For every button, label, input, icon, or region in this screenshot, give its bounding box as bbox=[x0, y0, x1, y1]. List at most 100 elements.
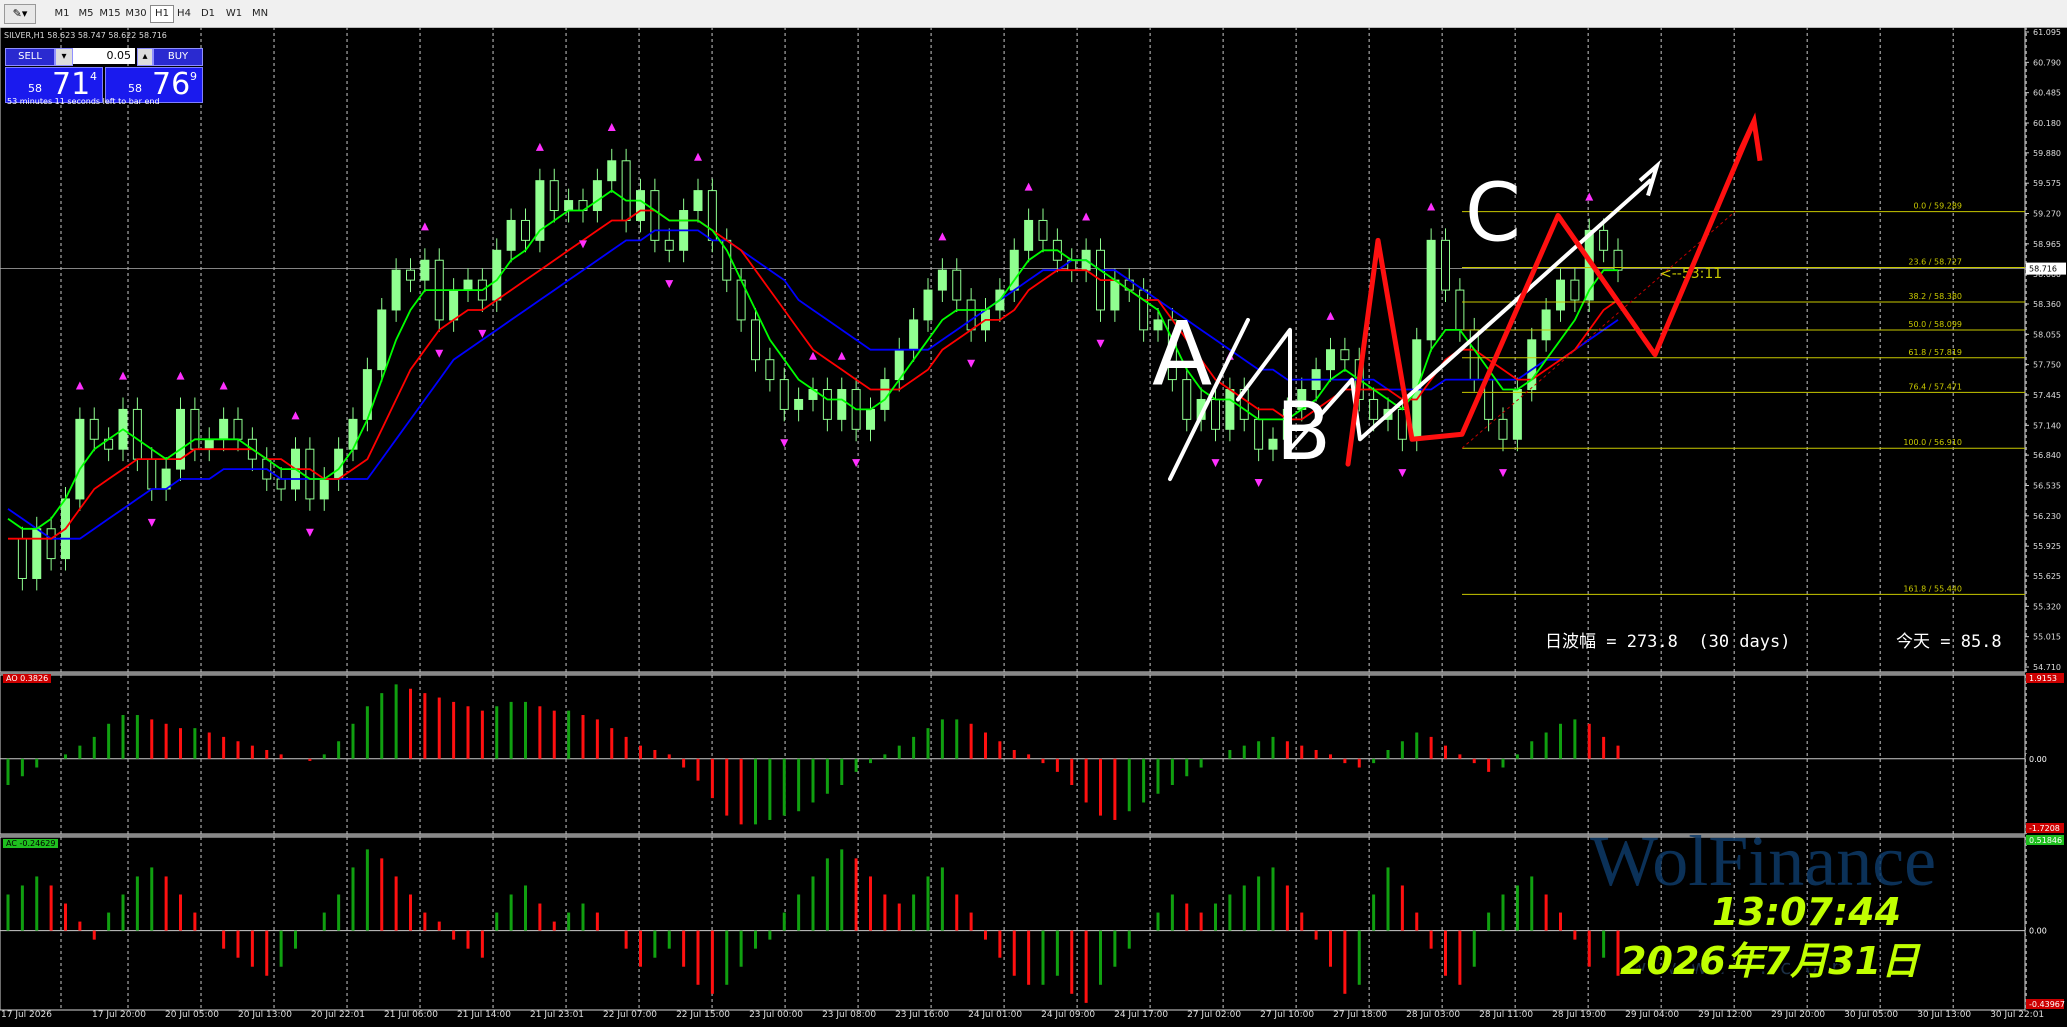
y-tick-label: 57.445 bbox=[2033, 391, 2061, 400]
timeframe-h1[interactable]: H1 bbox=[150, 5, 174, 23]
candle-body bbox=[1038, 219, 1048, 241]
timeframe-toolbar: ✎▾ M1 M5 M15 M30 H1 H4 D1 W1 MN bbox=[0, 0, 2067, 28]
fractal-down-arrow bbox=[147, 518, 156, 527]
x-tick-label: 17 Jul 20:00 bbox=[92, 1010, 146, 1020]
ac-y-tick-label: 0.00 bbox=[2029, 927, 2047, 936]
candle-body bbox=[1326, 349, 1335, 371]
sell-button[interactable]: SELL bbox=[5, 48, 55, 66]
lot-increase-button[interactable]: ▴ bbox=[137, 48, 153, 66]
fractal-up-arrow bbox=[1427, 202, 1436, 211]
fractal-up-arrow bbox=[837, 351, 846, 360]
x-tick-label: 20 Jul 13:00 bbox=[238, 1010, 292, 1020]
fractal-down-arrow bbox=[1096, 339, 1105, 348]
candle-body bbox=[1024, 219, 1034, 251]
fractal-up-arrow bbox=[291, 411, 300, 420]
candle-body bbox=[1599, 229, 1609, 251]
timeframe-m1[interactable]: M1 bbox=[50, 5, 74, 23]
fractal-up-arrow bbox=[1082, 212, 1091, 221]
lot-size-input[interactable]: 0.05 bbox=[73, 48, 135, 64]
x-tick-label: 23 Jul 00:00 bbox=[749, 1010, 803, 1020]
x-tick-label: 29 Jul 04:00 bbox=[1625, 1010, 1679, 1020]
candle-body bbox=[564, 200, 574, 212]
timeframe-m30[interactable]: M30 bbox=[124, 5, 148, 23]
candle-body bbox=[1556, 279, 1565, 311]
candle-body bbox=[1211, 398, 1220, 430]
candle-body bbox=[952, 269, 962, 301]
candle-body bbox=[794, 398, 804, 410]
buy-price-prefix: 58 bbox=[128, 82, 142, 95]
fractal-up-arrow bbox=[607, 122, 616, 131]
fib-level-label: 23.6 / 58.727 bbox=[1908, 258, 1962, 267]
candle-body bbox=[305, 448, 315, 500]
x-tick-label: 29 Jul 12:00 bbox=[1698, 1010, 1752, 1020]
x-tick-label: 20 Jul 05:00 bbox=[165, 1010, 219, 1020]
candle-body bbox=[751, 319, 760, 361]
x-tick-label: 27 Jul 02:00 bbox=[1187, 1010, 1241, 1020]
ao-panel-frame bbox=[0, 674, 2026, 835]
fractal-up-arrow bbox=[809, 351, 817, 360]
fib-level-label: 161.8 / 55.440 bbox=[1903, 584, 1962, 593]
y-tick-label: 61.095 bbox=[2033, 28, 2061, 37]
candle-body bbox=[607, 160, 617, 182]
candle-body bbox=[391, 269, 401, 311]
chart-tools-dropdown[interactable]: ✎▾ bbox=[4, 4, 36, 24]
candle-body bbox=[549, 180, 559, 212]
fractal-down-arrow bbox=[1211, 459, 1220, 468]
fractal-down-arrow bbox=[665, 280, 674, 289]
candle-body bbox=[32, 528, 42, 579]
candle-body bbox=[1225, 389, 1235, 430]
y-tick-label: 58.055 bbox=[2033, 330, 2061, 339]
fractal-up-arrow bbox=[420, 222, 429, 231]
wave-label-a: A bbox=[1152, 303, 1212, 406]
candle-body bbox=[1369, 398, 1379, 420]
candle-body bbox=[1541, 309, 1551, 341]
x-tick-label: 28 Jul 11:00 bbox=[1479, 1010, 1533, 1020]
fractal-down-arrow bbox=[478, 329, 487, 338]
x-tick-label: 27 Jul 18:00 bbox=[1333, 1010, 1387, 1020]
candle-body bbox=[1441, 239, 1450, 291]
clock-overlay: 13:07:44 bbox=[1712, 890, 1902, 934]
y-tick-label: 55.015 bbox=[2033, 633, 2061, 642]
timeframe-h4[interactable]: H4 bbox=[172, 5, 196, 23]
candle-body bbox=[46, 528, 56, 560]
candle-body bbox=[765, 359, 775, 381]
candle-body bbox=[276, 478, 286, 490]
buy-button[interactable]: BUY bbox=[153, 48, 203, 66]
timeframe-mn[interactable]: MN bbox=[248, 5, 272, 23]
x-tick-label: 20 Jul 22:01 bbox=[311, 1010, 365, 1020]
y-tick-label: 59.880 bbox=[2033, 149, 2061, 158]
x-tick-label: 23 Jul 08:00 bbox=[822, 1010, 876, 1020]
fib-level-label: 38.2 / 58.380 bbox=[1908, 292, 1962, 301]
y-tick-label: 55.320 bbox=[2033, 602, 2061, 611]
ao-y-tick-label: 1.9153 bbox=[2029, 674, 2057, 683]
fib-level-label: 61.8 / 57.819 bbox=[1908, 348, 1962, 357]
x-tick-label: 24 Jul 01:00 bbox=[968, 1010, 1022, 1020]
wave-label-b: B bbox=[1276, 385, 1331, 478]
y-tick-label: 57.140 bbox=[2033, 421, 2061, 430]
timeframe-w1[interactable]: W1 bbox=[222, 5, 246, 23]
timeframe-d1[interactable]: D1 bbox=[196, 5, 220, 23]
fib-level-label: 76.4 / 57.471 bbox=[1908, 382, 1962, 391]
candle-body bbox=[449, 289, 459, 321]
fractal-up-arrow bbox=[1326, 311, 1335, 320]
lot-decrease-button[interactable]: ▾ bbox=[55, 48, 73, 66]
ao-indicator-label: AO 0.3826 bbox=[3, 674, 52, 683]
timeframe-m15[interactable]: M15 bbox=[98, 5, 122, 23]
candle-body bbox=[204, 438, 214, 450]
x-tick-label: 22 Jul 15:00 bbox=[676, 1010, 730, 1020]
ac-y-tick-label: 0.51846 bbox=[2029, 836, 2062, 845]
fractal-down-arrow bbox=[852, 459, 861, 468]
y-tick-label: 59.575 bbox=[2033, 179, 2061, 188]
fractal-down-arrow bbox=[780, 439, 789, 448]
candle-body bbox=[1498, 418, 1508, 440]
candle-body bbox=[1110, 279, 1120, 311]
y-tick-label: 56.535 bbox=[2033, 482, 2061, 491]
x-tick-label: 28 Jul 03:00 bbox=[1406, 1010, 1460, 1020]
candle-body bbox=[75, 418, 85, 500]
timeframe-m5[interactable]: M5 bbox=[74, 5, 98, 23]
x-tick-label: 30 Jul 05:00 bbox=[1844, 1010, 1898, 1020]
candle-body bbox=[190, 408, 200, 450]
fractal-up-arrow bbox=[219, 381, 228, 390]
fractal-up-arrow bbox=[938, 232, 947, 241]
x-tick-label: 23 Jul 16:00 bbox=[895, 1010, 949, 1020]
